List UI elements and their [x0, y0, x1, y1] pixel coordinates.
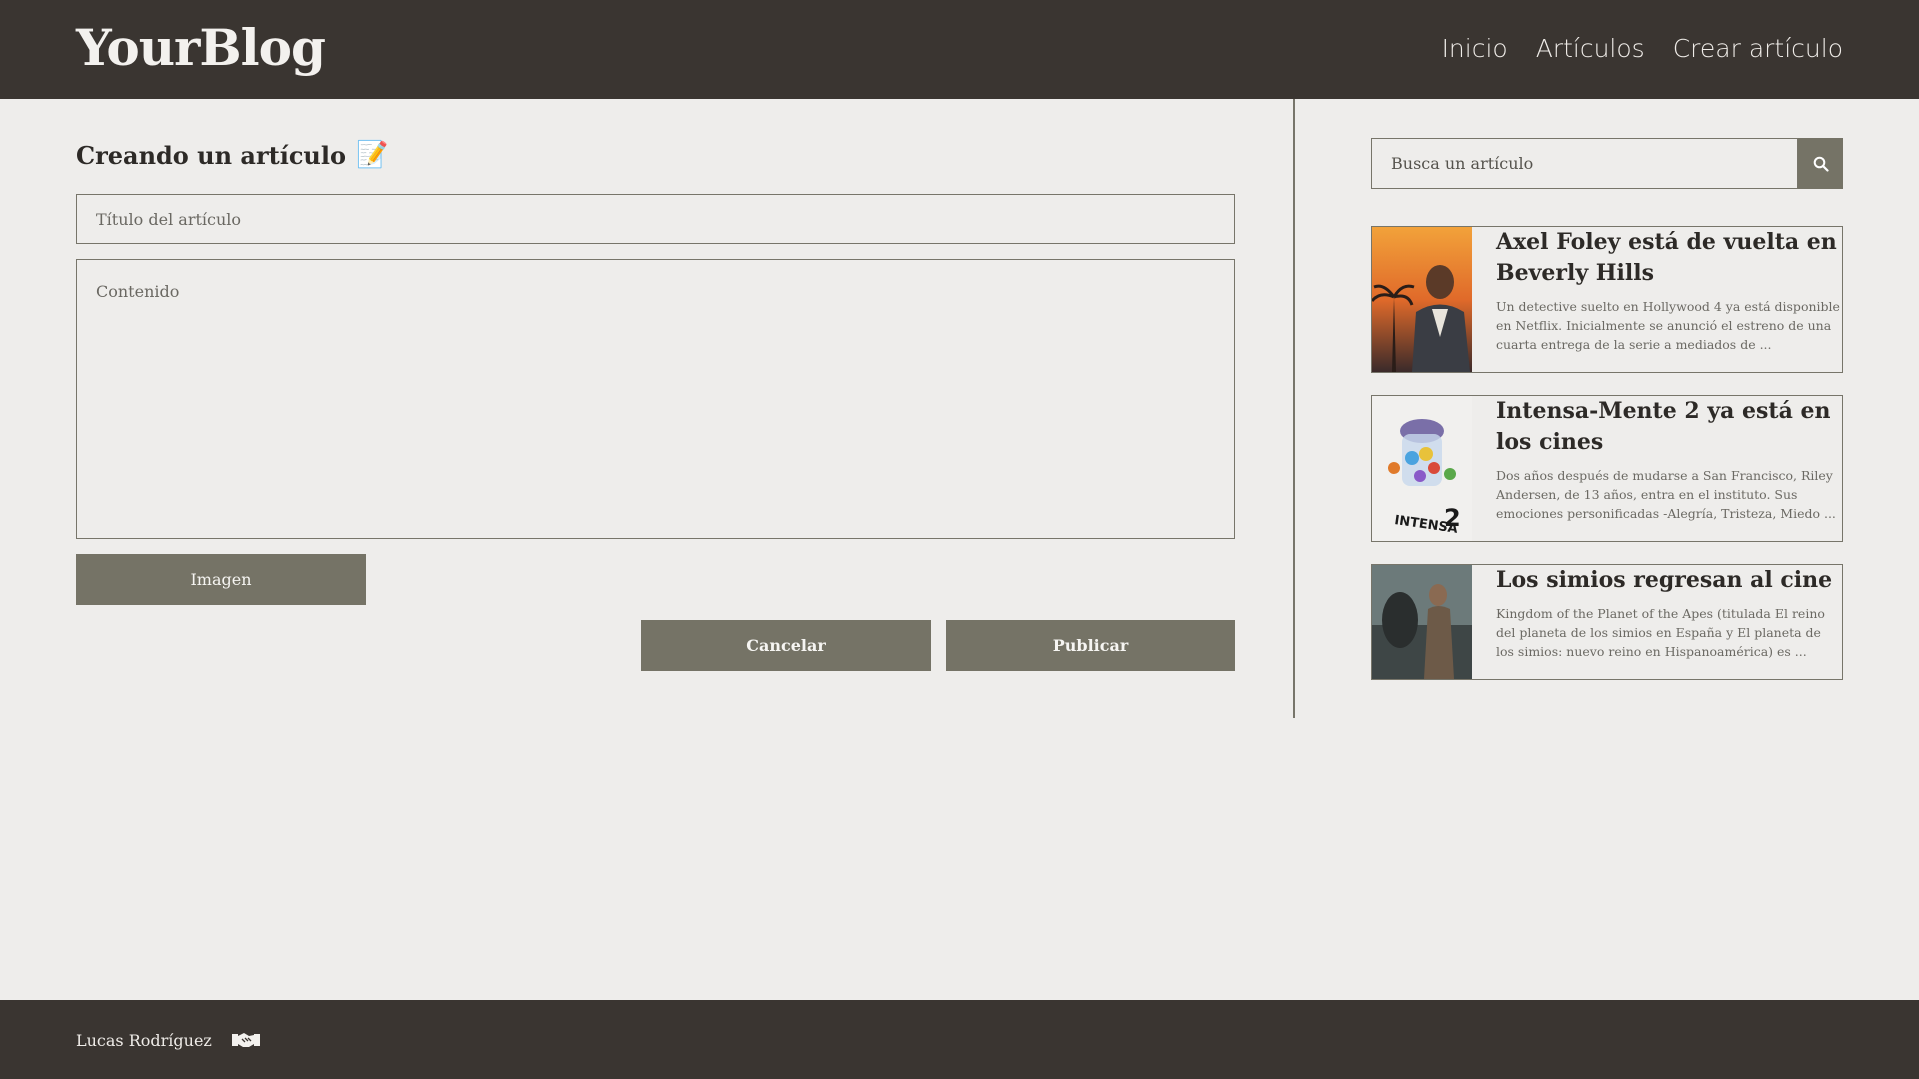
article-title-input[interactable]: [76, 194, 1235, 244]
article-card-excerpt: Un detective suelto en Hollywood 4 ya es…: [1496, 299, 1840, 352]
page-title-text: Creando un artículo: [76, 140, 346, 170]
article-card-title[interactable]: Los simios regresan al cine: [1496, 565, 1842, 596]
main-nav: Inicio Artículos Crear artículo: [1442, 34, 1843, 63]
page-title: Creando un artículo 📝: [76, 140, 388, 170]
article-card[interactable]: INTENSA 2 Intensa-Mente 2 ya está en los…: [1371, 395, 1843, 542]
publish-button[interactable]: Publicar: [946, 620, 1235, 671]
article-card-body: Los simios regresan al cine Kingdom of t…: [1472, 565, 1842, 679]
nav-link-inicio[interactable]: Inicio: [1442, 34, 1508, 63]
svg-text:2: 2: [1444, 504, 1461, 532]
search-icon: [1813, 156, 1829, 172]
footer: Lucas Rodríguez: [0, 1000, 1919, 1079]
handshake-icon: [230, 1030, 262, 1054]
article-content-input[interactable]: [76, 259, 1235, 539]
article-thumbnail: [1372, 227, 1472, 372]
search-input[interactable]: [1371, 138, 1798, 189]
article-card-title[interactable]: Intensa-Mente 2 ya está en los cines: [1496, 396, 1842, 458]
footer-author: Lucas Rodríguez: [76, 1031, 212, 1050]
article-thumbnail: [1372, 565, 1472, 679]
article-card[interactable]: Axel Foley está de vuelta en Beverly Hil…: [1371, 226, 1843, 373]
search-button[interactable]: [1798, 138, 1843, 189]
memo-icon: 📝: [356, 140, 389, 170]
article-card[interactable]: Los simios regresan al cine Kingdom of t…: [1371, 564, 1843, 680]
article-card-title[interactable]: Axel Foley está de vuelta en Beverly Hil…: [1496, 227, 1842, 289]
image-upload-button[interactable]: Imagen: [76, 554, 366, 605]
article-card-excerpt: Dos años después de mudarse a San Franci…: [1496, 468, 1836, 521]
site-logo[interactable]: YourBlog: [76, 18, 326, 77]
article-card-body: Axel Foley está de vuelta en Beverly Hil…: [1472, 227, 1842, 372]
article-card-excerpt: Kingdom of the Planet of the Apes (titul…: [1496, 606, 1825, 659]
cancel-button[interactable]: Cancelar: [641, 620, 931, 671]
article-thumbnail: INTENSA 2: [1372, 396, 1472, 541]
nav-link-articulos[interactable]: Artículos: [1536, 34, 1645, 63]
article-card-body: Intensa-Mente 2 ya está en los cines Dos…: [1472, 396, 1842, 541]
nav-link-crear-articulo[interactable]: Crear artículo: [1673, 34, 1843, 63]
column-divider: [1293, 99, 1295, 718]
top-navbar: YourBlog Inicio Artículos Crear artículo: [0, 0, 1919, 99]
